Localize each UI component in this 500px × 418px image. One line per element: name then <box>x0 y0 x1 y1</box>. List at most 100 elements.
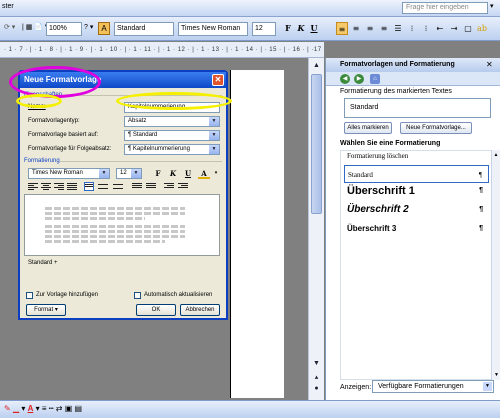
space-before-icon[interactable] <box>132 182 142 191</box>
dialog-underline-button[interactable]: U <box>182 168 194 179</box>
style-item-heading2[interactable]: Überschrift 2 ¶ <box>344 201 489 219</box>
dialog-italic-button[interactable]: K <box>167 168 179 179</box>
pilcrow-icon: ¶ <box>479 206 483 213</box>
new-style-button[interactable]: Neue Formatvorlage... <box>400 122 472 134</box>
bold-button[interactable]: F <box>282 22 294 35</box>
style-select[interactable]: Standard <box>114 22 174 36</box>
menu-bar: ster Frage hier eingeben ▾ <box>0 0 500 17</box>
line-style-icon[interactable]: ≡ <box>42 404 47 413</box>
space-after-icon[interactable] <box>146 182 156 191</box>
style-item-clear[interactable]: Formatierung löschen <box>344 147 489 165</box>
scroll-up-icon[interactable]: ▲ <box>492 152 500 158</box>
show-select[interactable]: Verfügbare Formatierungen ▼ <box>372 380 494 393</box>
show-label: Anzeigen: <box>340 384 372 391</box>
zoom-select[interactable]: 100% <box>46 22 82 36</box>
increase-indent-icon[interactable] <box>178 182 188 191</box>
shadow-icon[interactable]: ▣ <box>65 404 73 413</box>
style-item-standard[interactable]: Standard ¶ <box>344 165 489 183</box>
style-preview <box>24 194 220 256</box>
align-left-button[interactable]: ≡ <box>336 22 348 35</box>
based-on-label: Formatvorlage basiert auf: <box>28 132 99 138</box>
dropdown-arrow-icon[interactable]: ▼ <box>209 117 219 126</box>
font-color-icon[interactable]: A <box>28 404 34 413</box>
scroll-down-icon[interactable]: ▼ <box>311 358 322 369</box>
task-pane-close-icon[interactable]: ✕ <box>486 60 493 69</box>
justify-button[interactable]: ≡ <box>378 22 390 35</box>
highlight-button[interactable]: ab <box>476 22 488 35</box>
close-icon[interactable]: ✕ <box>212 74 224 86</box>
decrease-indent-icon[interactable] <box>164 182 174 191</box>
align-left-icon[interactable] <box>28 182 38 191</box>
dropdown-arrow-icon[interactable]: ▾ <box>210 168 222 179</box>
arrow-style-icon[interactable]: ⇄ <box>56 404 63 413</box>
align-center-icon[interactable] <box>41 182 51 191</box>
fill-color-icon[interactable]: ✎ <box>4 404 11 413</box>
add-to-template-checkbox[interactable] <box>26 292 33 299</box>
border-button[interactable]: ▢ <box>462 22 474 35</box>
dialog-font-color-button[interactable]: A <box>198 168 210 179</box>
format-button[interactable]: Format ▾ <box>26 304 66 316</box>
3d-icon[interactable]: ▤ <box>75 404 83 413</box>
next-paragraph-select[interactable]: ¶ Kapitelnummerierung ▼ <box>124 144 220 155</box>
redo-icon[interactable]: ⟳ ▾ <box>4 23 15 31</box>
scroll-thumb[interactable] <box>311 74 322 214</box>
name-input[interactable]: Kapitelnummerierung <box>124 102 220 113</box>
previous-page-icon[interactable]: ▴ <box>311 372 322 383</box>
help-dropdown-icon[interactable]: ▾ <box>490 2 494 10</box>
type-select[interactable]: Absatz ▼ <box>124 116 220 127</box>
dropdown-arrow-icon[interactable]: ▼ <box>483 382 492 391</box>
select-all-button[interactable]: Alles markieren <box>344 122 392 134</box>
menu-item-partial[interactable]: ster <box>2 3 14 10</box>
horizontal-ruler[interactable]: · 1 · 7 · | · 1 · 8 · | · 1 · 9 · | · 1 … <box>0 42 324 58</box>
single-spacing-icon[interactable] <box>84 182 94 191</box>
align-center-button[interactable]: ≡ <box>350 22 362 35</box>
document-page[interactable] <box>230 70 284 398</box>
dash-style-icon[interactable]: ┅ <box>49 404 54 413</box>
one-half-spacing-icon[interactable] <box>98 182 108 191</box>
underline-button[interactable]: U <box>308 22 320 35</box>
style-item-heading3[interactable]: Überschrift 3 ¶ <box>344 220 489 238</box>
preview-line <box>45 217 145 220</box>
dialog-bold-button[interactable]: F <box>152 168 164 179</box>
ok-button[interactable]: OK <box>136 304 176 316</box>
scroll-down-icon[interactable]: ▼ <box>492 372 500 378</box>
double-spacing-icon[interactable] <box>113 182 123 191</box>
decrease-indent-button[interactable]: ⇤ <box>434 22 446 35</box>
style-list-scrollbar[interactable]: ▲ ▼ <box>491 150 500 380</box>
vertical-scrollbar[interactable]: ▲ ▼ ▴ ● <box>308 58 324 400</box>
style-item-label: Überschrift 3 <box>347 224 397 233</box>
formatting-section-label: Formatierung <box>24 158 60 164</box>
dropdown-arrow-icon[interactable]: ▼ <box>209 131 219 140</box>
line-spacing-button[interactable]: ☰ <box>392 22 404 35</box>
numbering-button[interactable]: ⁝ <box>406 22 418 35</box>
increase-indent-button[interactable]: ⇥ <box>448 22 460 35</box>
auto-update-checkbox[interactable] <box>134 292 141 299</box>
scroll-up-icon[interactable]: ▲ <box>311 60 322 71</box>
bullets-button[interactable]: ⁝ <box>420 22 432 35</box>
dropdown-arrow-icon[interactable]: ▼ <box>131 169 141 178</box>
browse-object-icon[interactable]: ● <box>311 383 322 394</box>
help-search-input[interactable]: Frage hier eingeben <box>402 2 488 14</box>
preview-line <box>45 225 185 228</box>
auto-update-label: Automatisch aktualisieren <box>144 292 213 298</box>
line-color-icon[interactable]: ▁ <box>13 404 19 413</box>
size-select[interactable]: 12 <box>252 22 276 36</box>
help-icon[interactable]: ? ▾ <box>84 23 93 31</box>
align-right-icon[interactable] <box>54 182 64 191</box>
align-right-button[interactable]: ≡ <box>364 22 376 35</box>
font-select[interactable]: Times New Roman <box>178 22 248 36</box>
based-on-select[interactable]: ¶ Standard ▼ <box>124 130 220 141</box>
dialog-font-value: Times New Roman <box>32 170 83 176</box>
style-item-heading1[interactable]: Überschrift 1 ¶ <box>344 182 489 200</box>
italic-button[interactable]: K <box>295 22 307 35</box>
cancel-button[interactable]: Abbrechen <box>180 304 220 316</box>
styles-pane-icon[interactable]: A <box>98 22 110 35</box>
dropdown-arrow-icon[interactable]: ▼ <box>99 169 109 178</box>
home-icon[interactable]: ⌂ <box>370 74 380 84</box>
forward-icon[interactable]: ▶ <box>354 74 364 84</box>
dropdown-arrow-icon[interactable]: ▼ <box>209 145 219 154</box>
justify-icon[interactable] <box>67 182 77 191</box>
back-icon[interactable]: ◀ <box>340 74 350 84</box>
dialog-font-select[interactable]: Times New Roman ▼ <box>28 168 110 179</box>
dialog-size-select[interactable]: 12 ▼ <box>116 168 142 179</box>
